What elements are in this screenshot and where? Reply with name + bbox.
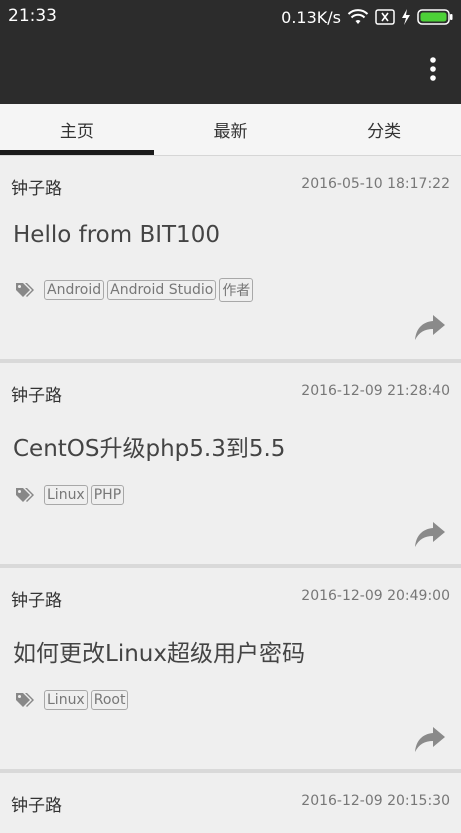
tab-categories-label: 分类 — [367, 122, 402, 142]
post-tags: Android Android Studio 作者 — [15, 278, 254, 302]
post-tags: Linux Root — [15, 690, 129, 710]
post-card[interactable]: 钟子路 2016-12-09 21:28:40 CentOS升级php5.3到5… — [0, 363, 461, 568]
status-icons: 0.13K/s — [281, 6, 453, 28]
post-author: 钟子路 — [11, 386, 62, 406]
charging-bolt-icon — [401, 9, 411, 25]
tags-icon — [15, 281, 37, 299]
tags-icon — [15, 486, 37, 504]
status-time: 21:33 — [8, 6, 57, 26]
post-author: 钟子路 — [11, 796, 62, 816]
post-card[interactable]: 钟子路 2016-12-09 20:49:00 如何更改Linux超级用户密码 … — [0, 568, 461, 773]
tab-bar: 主页 最新 分类 — [0, 104, 461, 156]
battery-icon — [417, 9, 453, 25]
post-date: 2016-12-09 21:28:40 — [301, 383, 450, 399]
post-title[interactable]: CentOS升级php5.3到5.5 — [13, 429, 285, 463]
post-tags: Linux PHP — [15, 485, 125, 505]
no-sim-icon — [375, 9, 395, 25]
tag-chip[interactable]: 作者 — [219, 278, 254, 302]
post-author: 钟子路 — [11, 591, 62, 611]
share-icon[interactable] — [414, 521, 446, 549]
app-bar — [0, 34, 461, 104]
post-card[interactable]: 钟子路 2016-05-10 18:17:22 Hello from BIT10… — [0, 156, 461, 363]
tag-chip[interactable]: Linux — [44, 485, 88, 505]
status-bar: 21:33 0.13K/s — [0, 0, 461, 34]
tags-icon — [15, 691, 37, 709]
tab-home-label: 主页 — [59, 122, 94, 142]
post-date: 2016-05-10 18:17:22 — [301, 176, 450, 192]
tag-chip[interactable]: Android — [44, 280, 105, 300]
tab-latest-label: 最新 — [213, 122, 248, 142]
post-list: 钟子路 2016-05-10 18:17:22 Hello from BIT10… — [0, 156, 461, 833]
tab-categories[interactable]: 分类 — [307, 104, 461, 155]
post-author: 钟子路 — [11, 179, 62, 199]
post-title[interactable]: Hello from BIT100 — [13, 222, 220, 248]
tab-home[interactable]: 主页 — [0, 104, 154, 155]
tag-chip[interactable]: Linux — [44, 690, 88, 710]
share-icon[interactable] — [414, 726, 446, 754]
tab-latest[interactable]: 最新 — [154, 104, 308, 155]
network-speed: 0.13K/s — [281, 7, 341, 27]
share-icon[interactable] — [414, 314, 446, 342]
tag-chip[interactable]: Root — [90, 690, 129, 710]
tag-chip[interactable]: Android Studio — [107, 280, 217, 300]
post-date: 2016-12-09 20:15:30 — [301, 793, 450, 809]
post-card[interactable]: 钟子路 2016-12-09 20:15:30 — [0, 773, 461, 833]
wifi-icon — [347, 8, 369, 26]
post-title[interactable]: 如何更改Linux超级用户密码 — [13, 634, 305, 668]
tag-chip[interactable]: PHP — [90, 485, 125, 505]
post-date: 2016-12-09 20:49:00 — [301, 588, 450, 604]
more-vert-icon[interactable] — [421, 56, 445, 82]
